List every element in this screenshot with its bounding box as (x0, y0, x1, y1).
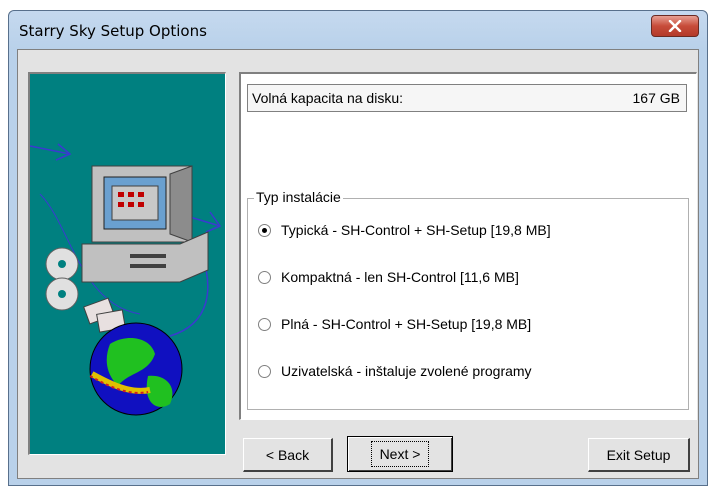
install-option-full[interactable]: Plná - SH-Control + SH-Setup [19,8 MB] (258, 313, 531, 335)
disk-capacity-label: Volná kapacita na disku: (252, 90, 403, 106)
radio-button[interactable] (258, 317, 271, 331)
close-icon (668, 20, 682, 32)
radio-button[interactable] (258, 364, 271, 378)
options-panel: Volná kapacita na disku: 167 GB Typ inst… (239, 72, 697, 420)
title-bar[interactable]: Starry Sky Setup Options (9, 11, 707, 49)
install-type-group: Typ instalácie Typická - SH-Control + SH… (247, 189, 689, 410)
install-option-custom[interactable]: Uzivatelská - inštaluje zvolené programy (258, 360, 532, 382)
dialog-client-area: Volná kapacita na disku: 167 GB Typ inst… (17, 49, 699, 479)
exit-setup-button-label: Exit Setup (606, 446, 671, 463)
install-option-label: Typická - SH-Control + SH-Setup [19,8 MB… (281, 222, 551, 238)
exit-setup-button[interactable]: Exit Setup (588, 438, 690, 472)
install-type-group-label: Typ instalácie (254, 189, 343, 205)
radio-button-checked[interactable] (258, 223, 271, 237)
computer-globe-illustration (29, 143, 222, 416)
next-button[interactable]: Next > (347, 436, 453, 472)
disk-capacity-box: Volná kapacita na disku: 167 GB (247, 84, 687, 112)
setup-options-window: Starry Sky Setup Options Volná kapacita … (8, 10, 708, 486)
install-option-compact[interactable]: Kompaktná - len SH-Control [11,6 MB] (258, 266, 519, 288)
install-option-label: Uzivatelská - inštaluje zvolené programy (281, 363, 532, 379)
disk-capacity-value: 167 GB (632, 90, 680, 106)
install-option-typical[interactable]: Typická - SH-Control + SH-Setup [19,8 MB… (258, 219, 551, 241)
install-option-label: Plná - SH-Control + SH-Setup [19,8 MB] (281, 316, 532, 332)
radio-button[interactable] (258, 270, 271, 284)
next-button-label: Next > (370, 441, 430, 467)
window-title: Starry Sky Setup Options (19, 22, 207, 40)
close-button[interactable] (651, 15, 699, 37)
install-option-label: Kompaktná - len SH-Control [11,6 MB] (281, 269, 519, 285)
back-button-label: < Back (265, 446, 310, 463)
setup-illustration (28, 72, 226, 455)
back-button[interactable]: < Back (243, 438, 333, 472)
